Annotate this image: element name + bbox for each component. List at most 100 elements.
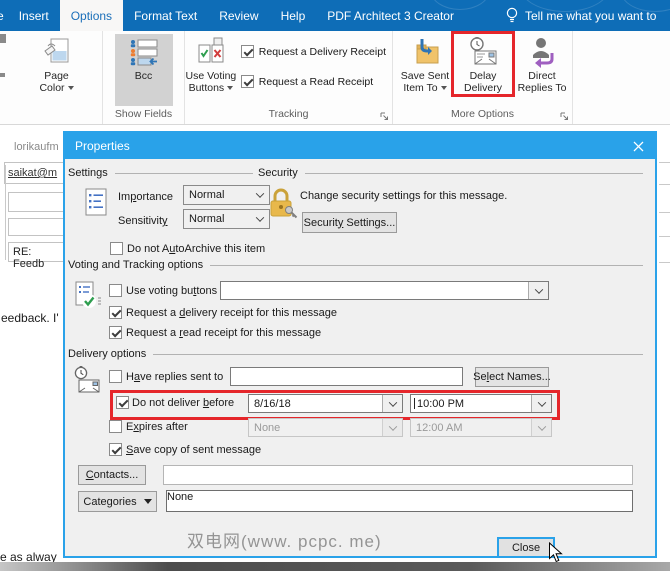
request-read-receipt-checkbox-row[interactable]: Request a Read Receipt bbox=[240, 75, 386, 88]
security-settings-button[interactable]: Security Settings... bbox=[302, 212, 397, 233]
dropdown-arrow-button[interactable] bbox=[531, 395, 551, 412]
text-caret bbox=[414, 398, 415, 409]
expires-date-dropdown[interactable]: None bbox=[248, 418, 403, 437]
subject-field-fragment[interactable]: RE: Feedb bbox=[8, 242, 64, 270]
read-receipt-label: Request a read receipt for this message bbox=[126, 327, 322, 339]
tab-review[interactable]: Review bbox=[208, 0, 269, 31]
watermark: 双电网(www. pcpc. me) bbox=[187, 532, 382, 551]
dropdown-arrow-button[interactable] bbox=[382, 395, 402, 412]
bcc-button[interactable]: Bcc bbox=[114, 34, 173, 106]
request-delivery-receipt-checkbox-row[interactable]: Request a Delivery Receipt bbox=[240, 45, 386, 58]
page-color-icon bbox=[43, 38, 68, 63]
expires-checkbox[interactable] bbox=[109, 420, 122, 433]
importance-value: Normal bbox=[189, 189, 225, 201]
security-group-label: Security bbox=[258, 167, 298, 179]
have-replies-field[interactable] bbox=[230, 367, 463, 386]
more-options-dialog-launcher-icon[interactable] bbox=[560, 112, 569, 121]
lightbulb-icon bbox=[506, 7, 518, 23]
do-not-deliver-label: Do not deliver before bbox=[132, 397, 235, 409]
security-settings-button-label: Security Settings... bbox=[303, 216, 396, 229]
bg-line bbox=[659, 236, 670, 237]
delivery-receipt-checkbox[interactable] bbox=[109, 306, 122, 319]
dialog-title-bar[interactable]: Properties bbox=[65, 133, 655, 159]
page-color-label: Page bbox=[44, 70, 69, 82]
checkbox-checked-icon[interactable] bbox=[240, 75, 254, 88]
delivery-group-header: Delivery options bbox=[68, 347, 643, 361]
categories-value: None bbox=[167, 491, 194, 503]
tab-format-text[interactable]: Format Text bbox=[123, 0, 208, 31]
ribbon-group-more-options: Save Sent Item To Delay Delivery Direct … bbox=[393, 31, 573, 124]
close-button-label: Close bbox=[511, 541, 541, 554]
security-group-header: Security bbox=[258, 166, 643, 180]
contacts-field[interactable] bbox=[163, 465, 633, 485]
ribbon: Page Color Bcc Show Fields Use Voting Bu… bbox=[0, 31, 670, 125]
do-not-deliver-checkbox[interactable] bbox=[116, 396, 129, 409]
save-sent-label2: Item To bbox=[403, 82, 438, 94]
tab-options[interactable]: Options bbox=[59, 0, 124, 31]
autoarchive-checkbox[interactable] bbox=[110, 242, 123, 255]
tab-message-fragment[interactable]: e bbox=[0, 0, 8, 31]
checkbox-checked-icon[interactable] bbox=[240, 45, 254, 58]
dialog-close-action-button[interactable]: Close bbox=[497, 537, 555, 558]
delay-delivery-label2: Delivery bbox=[464, 82, 502, 94]
save-copy-checkbox[interactable] bbox=[109, 443, 122, 456]
deliver-date-value: 8/16/18 bbox=[254, 397, 291, 410]
deliver-time-dropdown[interactable]: 10:00 PM bbox=[410, 394, 552, 413]
dropdown-arrow-button[interactable] bbox=[531, 419, 551, 436]
expires-date-value: None bbox=[254, 421, 281, 434]
categories-button[interactable]: Categories bbox=[78, 491, 157, 512]
direct-replies-button[interactable]: Direct Replies To bbox=[512, 34, 572, 94]
use-voting-label: Use Voting bbox=[185, 70, 237, 82]
security-lock-icon bbox=[270, 188, 298, 219]
properties-dialog: Properties Settings Importance Normal Se… bbox=[63, 131, 657, 563]
have-replies-label: Have replies sent to bbox=[126, 371, 224, 383]
bg-line bbox=[659, 162, 670, 163]
importance-dropdown[interactable]: Normal bbox=[183, 185, 270, 205]
use-voting-checkbox[interactable] bbox=[109, 284, 122, 297]
contacts-button[interactable]: Contacts... bbox=[78, 465, 146, 485]
use-voting-label: Use voting buttons bbox=[126, 285, 218, 297]
dropdown-arrow-button[interactable] bbox=[528, 282, 548, 299]
deliver-time-value: 10:00 PM bbox=[417, 397, 465, 410]
field-divider-line bbox=[5, 165, 6, 260]
have-replies-checkbox[interactable] bbox=[109, 370, 122, 383]
close-icon bbox=[633, 141, 643, 151]
sensitivity-value: Normal bbox=[189, 213, 225, 225]
use-voting-dropdown[interactable] bbox=[220, 281, 549, 300]
tab-insert[interactable]: Insert bbox=[8, 0, 60, 31]
direct-replies-label: Direct bbox=[528, 70, 556, 82]
bcc-field-fragment[interactable] bbox=[8, 218, 64, 236]
ribbon-group-tracking: Use Voting Buttons Request a Delivery Re… bbox=[185, 31, 393, 124]
categories-field[interactable]: None bbox=[166, 490, 633, 512]
settings-group-header: Settings bbox=[68, 166, 253, 180]
bcc-label: Bcc bbox=[134, 70, 153, 82]
tab-help[interactable]: Help bbox=[270, 0, 317, 31]
ribbon-group-themes-fragment: Page Color bbox=[11, 31, 103, 124]
subject-fragment: RE: Feedb bbox=[13, 246, 45, 270]
save-sent-label: Save Sent bbox=[400, 70, 450, 82]
page-color-button[interactable]: Page Color bbox=[28, 34, 86, 94]
tell-me-box[interactable]: Tell me what you want to bbox=[505, 0, 670, 31]
direct-replies-icon bbox=[533, 38, 554, 68]
properties-settings-icon bbox=[85, 188, 107, 216]
voting-buttons-icon bbox=[198, 37, 224, 63]
read-receipt-checkbox[interactable] bbox=[109, 326, 122, 339]
save-copy-label: Save copy of sent message bbox=[126, 444, 262, 456]
sensitivity-dropdown[interactable]: Normal bbox=[183, 209, 270, 229]
cc-field-fragment[interactable] bbox=[8, 192, 64, 212]
dropdown-caret-icon bbox=[440, 86, 447, 91]
use-voting-buttons-button[interactable]: Use Voting Buttons bbox=[185, 34, 237, 94]
deliver-date-dropdown[interactable]: 8/16/18 bbox=[248, 394, 403, 413]
expires-time-dropdown[interactable]: 12:00 AM bbox=[410, 418, 552, 437]
dialog-close-button[interactable] bbox=[621, 133, 655, 159]
to-field-fragment[interactable]: saikat@m bbox=[4, 162, 64, 184]
tracking-dialog-launcher-icon[interactable] bbox=[380, 112, 389, 121]
dropdown-arrow-button[interactable] bbox=[382, 419, 402, 436]
select-names-button[interactable]: Select Names... bbox=[473, 367, 551, 387]
delivery-group-label: Delivery options bbox=[68, 348, 147, 360]
to-address-fragment[interactable]: saikat@m bbox=[8, 167, 57, 179]
dropdown-caret-icon bbox=[67, 86, 74, 91]
request-read-receipt-label: Request a Read Receipt bbox=[258, 75, 374, 88]
save-sent-item-button[interactable]: Save Sent Item To bbox=[396, 34, 454, 94]
delay-delivery-button[interactable]: Delay Delivery bbox=[454, 34, 512, 94]
